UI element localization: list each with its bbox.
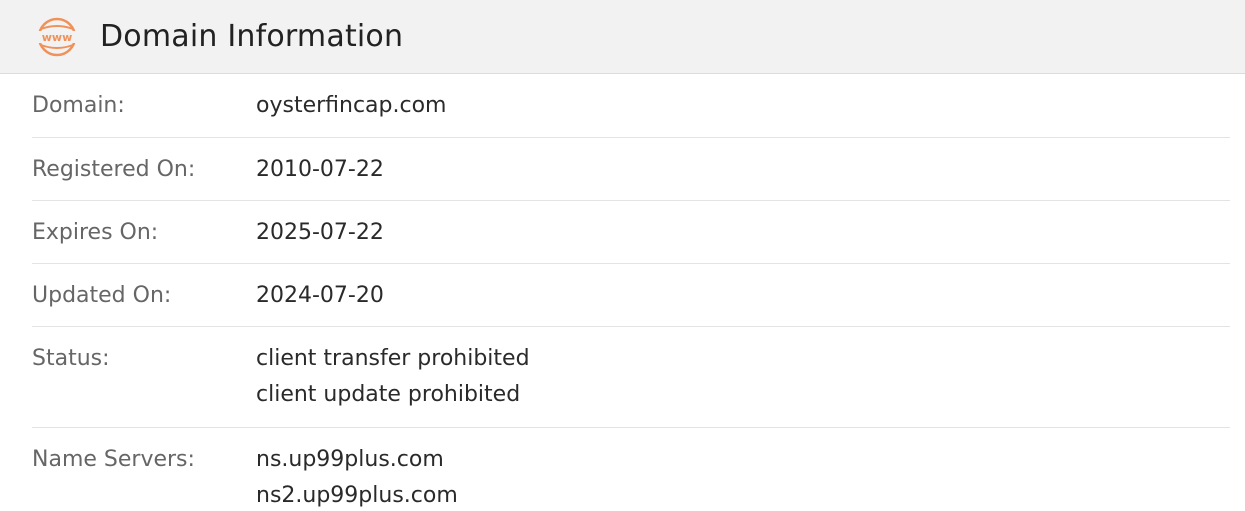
name-server-value: ns.up99plus.com [256,447,444,472]
domain-label: Domain: [32,93,125,118]
panel-header: www Domain Information [0,0,1245,74]
page-title: Domain Information [100,19,404,54]
row-expires-on: Expires On: 2025-07-22 [32,201,1230,264]
updated-on-label: Updated On: [32,282,172,308]
domain-information-panel: www Domain Information Domain: oysterfin… [0,0,1245,511]
row-registered-on: Registered On: 2010-07-22 [32,138,1230,201]
row-domain: Domain: oysterfincap.com [32,74,1230,138]
expires-on-label: Expires On: [32,219,159,245]
www-icon-text: www [42,31,73,44]
registered-on-label: Registered On: [32,156,196,182]
expires-on-value: 2025-07-22 [256,219,384,245]
status-values: client transfer prohibited client update… [256,341,530,413]
name-servers-values: ns.up99plus.com ns2.up99plus.com [256,442,458,511]
domain-value: oysterfincap.com [256,93,447,118]
www-globe-icon: www [33,17,81,57]
row-status: Status: client transfer prohibited clien… [32,327,1230,428]
name-servers-label: Name Servers: [32,447,195,472]
row-name-servers: Name Servers: ns.up99plus.com ns2.up99pl… [32,428,1230,511]
status-value: client update prohibited [256,382,521,407]
status-label: Status: [32,346,110,371]
registered-on-value: 2010-07-22 [256,156,384,182]
status-value: client transfer prohibited [256,346,530,371]
updated-on-value: 2024-07-20 [256,282,384,308]
row-updated-on: Updated On: 2024-07-20 [32,264,1230,327]
name-server-value: ns2.up99plus.com [256,483,458,508]
domain-info-list: Domain: oysterfincap.com Registered On: … [0,74,1245,511]
